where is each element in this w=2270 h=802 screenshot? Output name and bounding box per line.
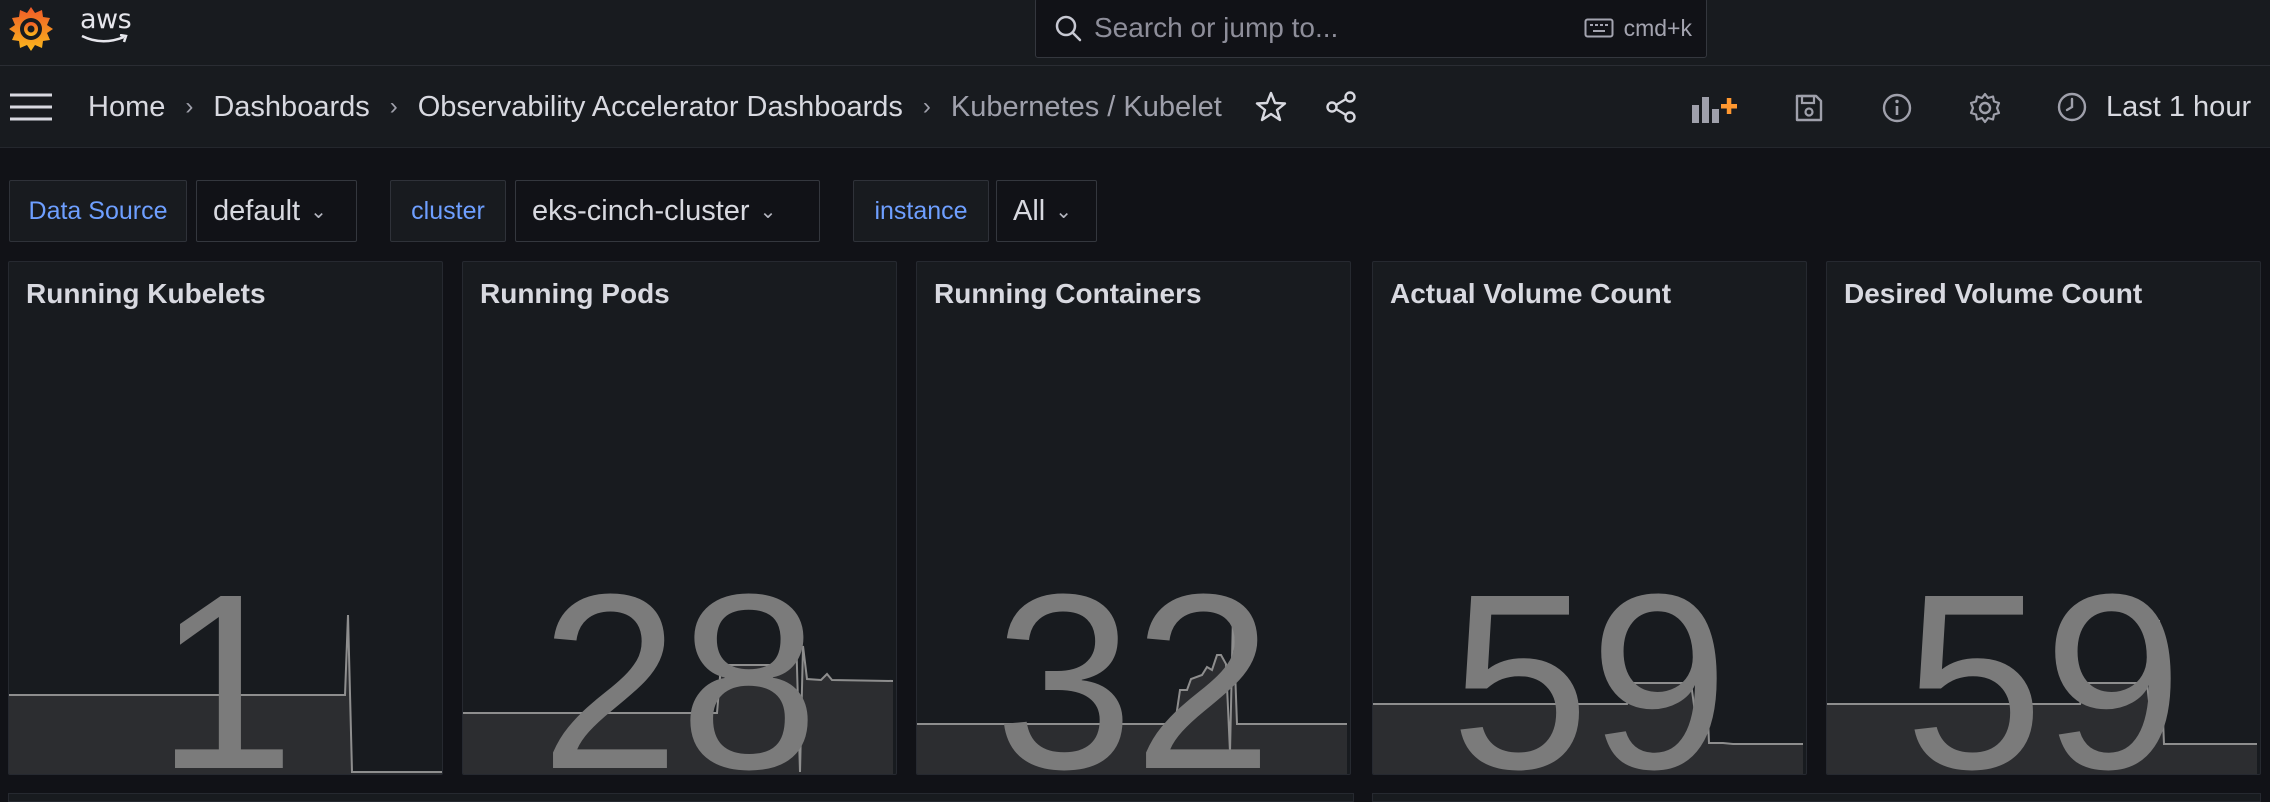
panel-title: Desired Volume Count xyxy=(1844,278,2143,309)
grafana-logo-icon[interactable] xyxy=(6,4,56,54)
breadcrumb-home[interactable]: Home xyxy=(88,91,165,124)
variable-select-cluster[interactable]: eks-cinch-cluster ⌄ xyxy=(515,180,820,242)
variable-value-datasource: default xyxy=(213,194,301,227)
panel-title: Running Containers xyxy=(934,278,1202,309)
variable-value-cluster: eks-cinch-cluster xyxy=(532,194,750,227)
panel-title: Running Kubelets xyxy=(26,278,266,309)
search-shortcut-label: cmd+k xyxy=(1623,14,1692,41)
chevron-down-icon: ⌄ xyxy=(310,200,327,223)
nav-bar: Home › Dashboards › Observability Accele… xyxy=(0,66,2270,148)
time-range-picker[interactable]: Last 1 hour xyxy=(2056,66,2251,148)
variable-label-instance: instance xyxy=(853,180,989,242)
chevron-right-icon: › xyxy=(922,93,931,120)
stat-value: 59 xyxy=(1450,542,1729,775)
panel-next-row-left xyxy=(8,793,1354,802)
panel-next-row-right xyxy=(1372,793,2261,802)
menu-icon[interactable] xyxy=(10,91,52,123)
variable-select-instance[interactable]: All ⌄ xyxy=(996,180,1097,242)
add-panel-icon[interactable] xyxy=(1690,91,1740,125)
search-bar[interactable]: Search or jump to... cmd+k xyxy=(1035,0,1707,58)
time-range-label: Last 1 hour xyxy=(2106,90,2252,123)
aws-logo-text: aws xyxy=(80,4,132,35)
stat-panel-desired-volume-count[interactable]: Desired Volume Count 59 xyxy=(1826,261,2261,775)
stat-panel-running-containers[interactable]: Running Containers 32 xyxy=(916,261,1351,775)
breadcrumb-current: Kubernetes / Kubelet xyxy=(950,90,1222,123)
chevron-down-icon: ⌄ xyxy=(1055,200,1072,223)
chevron-down-icon: ⌄ xyxy=(759,200,777,223)
stat-value: 32 xyxy=(994,542,1273,775)
search-placeholder: Search or jump to... xyxy=(1094,12,1339,43)
search-icon xyxy=(1055,15,1082,42)
clock-icon xyxy=(2057,92,2087,122)
variable-label-cluster: cluster xyxy=(390,180,506,242)
variable-label-datasource: Data Source xyxy=(9,180,187,242)
breadcrumb: Home › Dashboards › Observability Accele… xyxy=(88,66,1358,148)
info-icon[interactable] xyxy=(1880,91,1914,125)
breadcrumb-dashboards[interactable]: Dashboards xyxy=(213,91,369,124)
stat-value: 59 xyxy=(1904,542,2183,775)
variable-value-instance: All xyxy=(1013,194,1046,227)
top-bar: aws Search or jump to... cmd+k xyxy=(0,0,2270,66)
search-shortcut: cmd+k xyxy=(1584,15,1692,42)
keyboard-icon xyxy=(1584,18,1614,38)
stat-value: 1 xyxy=(155,542,296,775)
breadcrumb-folder[interactable]: Observability Accelerator Dashboards xyxy=(418,91,903,124)
stat-panel-running-kubelets[interactable]: Running Kubelets 1 xyxy=(8,261,443,775)
star-icon[interactable] xyxy=(1254,90,1288,124)
stat-value: 28 xyxy=(540,542,819,775)
chevron-right-icon: › xyxy=(389,93,398,120)
aws-logo: aws xyxy=(80,4,132,46)
aws-smile-icon xyxy=(81,34,128,43)
settings-icon[interactable] xyxy=(1968,91,2002,125)
stat-panel-running-pods[interactable]: Running Pods 28 xyxy=(462,261,897,775)
variable-select-datasource[interactable]: default ⌄ xyxy=(196,180,357,242)
share-icon[interactable] xyxy=(1324,90,1358,124)
stat-panel-actual-volume-count[interactable]: Actual Volume Count 59 xyxy=(1372,261,1807,775)
panel-title: Actual Volume Count xyxy=(1390,278,1672,309)
save-icon[interactable] xyxy=(1792,91,1826,125)
panel-title: Running Pods xyxy=(480,278,670,309)
chevron-right-icon: › xyxy=(185,93,194,120)
